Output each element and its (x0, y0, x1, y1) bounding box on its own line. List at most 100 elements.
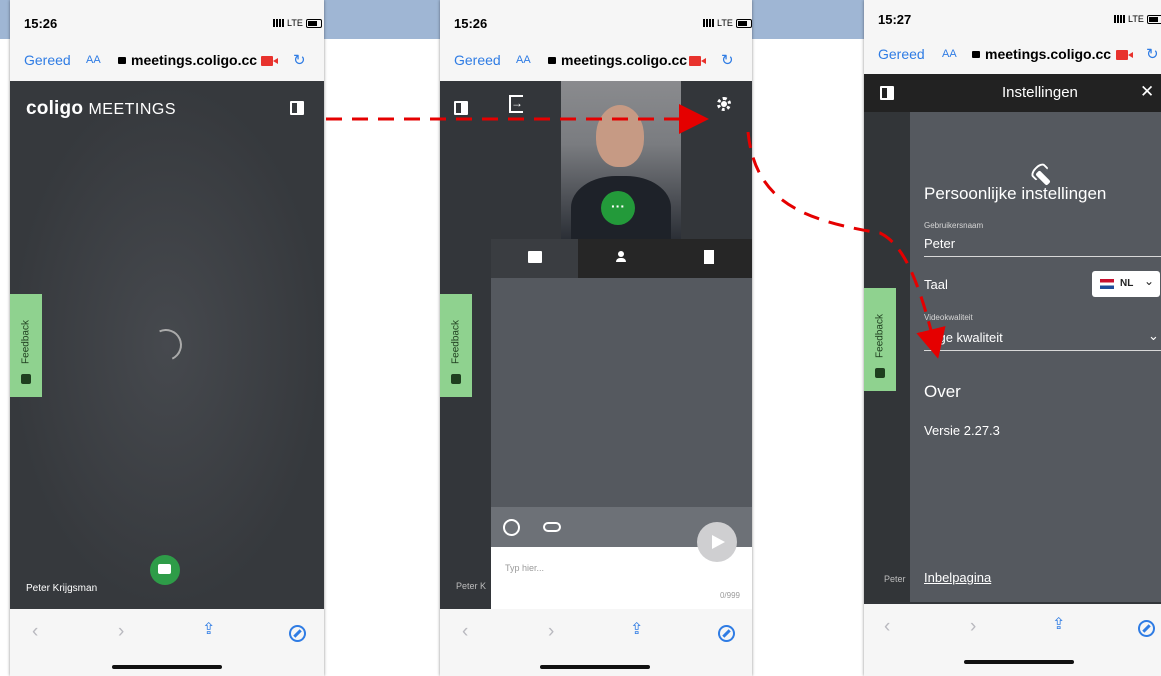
document-icon (704, 250, 714, 264)
close-icon[interactable]: ✕ (1140, 82, 1154, 102)
signal-indicator: LTE (703, 18, 752, 28)
panel-toggle-icon[interactable] (454, 101, 468, 115)
phone-screen-2: 15:26 LTE Gereed AA meetings.coligo.cc ↻… (440, 0, 752, 676)
chat-button[interactable] (150, 555, 180, 585)
tab-documents[interactable] (665, 239, 752, 278)
nl-flag-icon (1100, 279, 1114, 289)
status-bar: 15:26 LTE (440, 0, 752, 46)
camera-icon (261, 56, 278, 66)
char-counter: 0/999 (719, 591, 740, 600)
back-icon[interactable]: ‹ (462, 621, 468, 643)
meeting-app: Feedback Peter K → ··· Typ hier... 0/999 (440, 81, 752, 609)
personal-settings-title: Persoonlijke instellingen (924, 184, 1107, 203)
video-area: → ··· (491, 81, 752, 239)
signal-bars-icon (1114, 15, 1125, 23)
done-button[interactable]: Gereed (24, 52, 71, 68)
video-quality-label: Videokwaliteit (924, 313, 973, 322)
participant-name: Peter (884, 574, 906, 584)
lock-icon (972, 51, 980, 58)
url-field[interactable]: meetings.coligo.cc (548, 52, 687, 68)
feedback-icon (875, 368, 885, 378)
text-size-button[interactable]: AA (516, 54, 531, 66)
participant-name: Peter K (456, 581, 487, 591)
smiley-icon[interactable] (503, 519, 520, 536)
back-icon[interactable]: ‹ (884, 616, 890, 638)
browser-url-bar: Gereed AA meetings.coligo.cc ↻ (864, 40, 1161, 70)
more-options-button[interactable]: ··· (601, 191, 635, 225)
video-quality-select[interactable]: Lage kwaliteit (924, 330, 1003, 345)
face-image (596, 105, 644, 167)
status-time: 15:27 (878, 12, 912, 27)
home-indicator (112, 665, 222, 669)
dialin-link[interactable]: Inbelpagina (924, 570, 991, 585)
share-icon[interactable]: ⇪ (1052, 614, 1065, 634)
feedback-icon (451, 374, 461, 384)
side-panel: → ··· Typ hier... 0/999 (491, 81, 752, 609)
language-select[interactable]: NL ⌄ (1092, 271, 1160, 297)
compass-icon[interactable] (289, 625, 306, 642)
attach-icon[interactable] (543, 522, 561, 532)
tab-chat[interactable] (491, 239, 578, 278)
battery-icon (305, 18, 322, 28)
status-bar: 15:27 LTE (864, 0, 1161, 40)
settings-title: Instellingen (1002, 84, 1078, 101)
participant-name: Peter Krijgsman (26, 583, 98, 594)
status-time: 15:26 (24, 16, 58, 31)
battery-icon (735, 18, 752, 28)
share-icon[interactable]: ⇪ (630, 619, 643, 639)
browser-toolbar: ‹ › ⇪ (864, 604, 1161, 652)
panel-toggle-icon[interactable] (290, 101, 304, 115)
feedback-icon (21, 374, 31, 384)
gear-icon[interactable] (717, 97, 731, 111)
camera-icon (1116, 50, 1133, 60)
signal-bars-icon (703, 19, 714, 27)
browser-toolbar: ‹ › ⇪ (10, 609, 324, 657)
send-icon[interactable] (697, 522, 737, 562)
loading-spinner (145, 324, 187, 366)
url-field[interactable]: meetings.coligo.cc (118, 52, 257, 68)
reload-icon[interactable]: ↻ (1146, 45, 1159, 63)
forward-icon[interactable]: › (970, 616, 976, 638)
reload-icon[interactable]: ↻ (293, 51, 306, 69)
battery-icon (1146, 14, 1161, 24)
about-title: Over (924, 382, 961, 401)
share-icon[interactable]: ⇪ (202, 619, 215, 639)
signal-bars-icon (273, 19, 284, 27)
forward-icon[interactable]: › (548, 621, 554, 643)
meeting-app: Instellingen ✕ Feedback Peter (864, 74, 1161, 604)
chevron-down-icon: ⌄ (1143, 274, 1154, 288)
settings-header: Instellingen ✕ (864, 74, 1161, 112)
compass-icon[interactable] (718, 625, 735, 642)
home-indicator (540, 665, 650, 669)
feedback-tab[interactable]: Feedback (864, 288, 896, 391)
done-button[interactable]: Gereed (878, 46, 925, 62)
user-icon (616, 251, 626, 262)
tab-participants[interactable] (578, 239, 665, 278)
username-field[interactable]: Peter (924, 236, 955, 251)
text-size-button[interactable]: AA (86, 54, 101, 66)
signal-indicator: LTE (1114, 14, 1161, 24)
url-field[interactable]: meetings.coligo.cc (972, 46, 1111, 62)
feedback-tab[interactable]: Feedback (440, 294, 472, 397)
version-text: Versie 2.27.3 (924, 423, 1000, 438)
forward-icon[interactable]: › (118, 621, 124, 643)
lock-icon (548, 57, 556, 64)
done-button[interactable]: Gereed (454, 52, 501, 68)
status-bar: 15:26 LTE (10, 0, 324, 46)
status-time: 15:26 (454, 16, 488, 31)
back-icon[interactable]: ‹ (32, 621, 38, 643)
browser-toolbar: ‹ › ⇪ (440, 609, 752, 657)
chevron-down-icon: ⌄ (1148, 328, 1159, 343)
compass-icon[interactable] (1138, 620, 1155, 637)
feedback-tab[interactable]: Feedback (10, 294, 42, 397)
exit-icon[interactable]: → (509, 95, 523, 113)
signal-indicator: LTE (273, 18, 322, 28)
text-size-button[interactable]: AA (942, 48, 957, 60)
message-placeholder: Typ hier... (505, 563, 545, 573)
username-label: Gebruikersnaam (924, 221, 984, 230)
reload-icon[interactable]: ↻ (721, 51, 734, 69)
panel-tabs (491, 239, 752, 278)
browser-url-bar: Gereed AA meetings.coligo.cc ↻ (10, 46, 324, 76)
panel-toggle-icon[interactable] (880, 86, 894, 100)
background-video: Feedback Peter (864, 112, 910, 602)
